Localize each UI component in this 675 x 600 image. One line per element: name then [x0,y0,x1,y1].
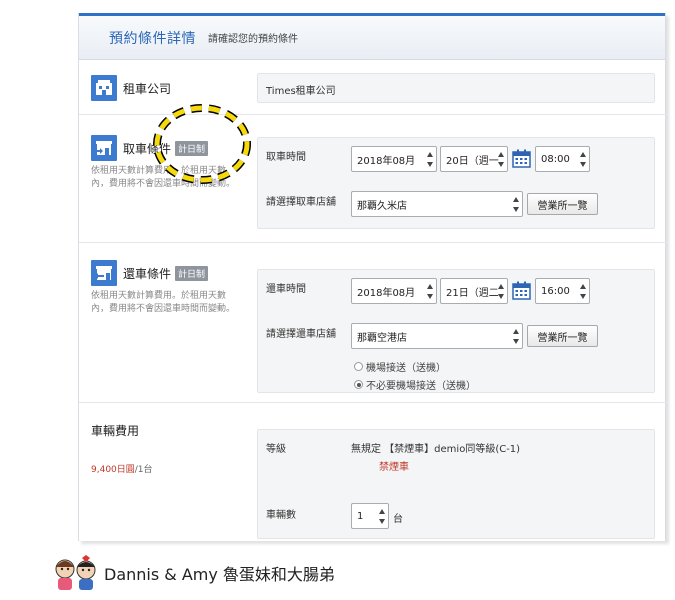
page-title: 預約條件詳情 [109,30,196,47]
screenshot-frame: 預約條件詳情 請確認您的預約條件 租車公司 Times租車公司 取車條件 計日制… [0,0,675,600]
return-box: 還車時間 2018年08月 21日（週二 16:00 請選擇還車店舖 那覇空港店… [257,269,655,393]
return-day-select[interactable]: 21日（週二 [440,278,508,304]
return-note: 依租用天數計算費用。於租用天數內，費用將不會因還車時間而變動。 [91,291,236,314]
calendar-icon[interactable] [512,281,531,300]
return-label: 還車條件 [123,266,172,281]
return-month-value: 2018年08月 [357,287,416,299]
return-row: 還車條件 計日制 依租用天數計算費用。於租用天數內，費用將不會因還車時間而變動。… [79,243,667,403]
return-hour-value: 16:00 [541,285,570,297]
return-day-value: 21日（週二 [446,287,499,299]
mascot-icon [55,555,96,590]
non-smoking-note: 禁煙車 [379,462,409,473]
return-store-value: 那覇空港店 [357,332,407,344]
return-label-block: 還車條件 計日制 依租用天數計算費用。於租用天數內，費用將不會因還車時間而變動。 [91,260,251,316]
spin-arrows-icon [579,284,586,299]
footer-text: Dannis & Amy 魯蛋妹和大腸弟 [104,565,335,584]
vehicle-count-value: 1 [357,510,364,522]
pickup-daily-badge: 計日制 [175,140,209,156]
vehicle-price: 9,400日圓 [91,465,135,475]
company-label: 租車公司 [123,81,172,96]
vehicle-count-select[interactable]: 1 [351,503,389,529]
airport-transfer-radio[interactable] [354,362,363,371]
pickup-store-select[interactable]: 那覇久米店 [351,191,523,217]
return-daily-badge: 計日制 [175,265,209,281]
spin-arrows-icon [426,284,433,299]
pickup-time-label: 取車時間 [266,152,306,163]
return-time-label: 還車時間 [266,284,306,295]
pickup-store-label: 請選擇取車店舖 [266,197,336,208]
pickup-label-block: 取車條件 計日制 依租用天數計算費用。於租用天數內，費用將不會因還車時間而變動。 [91,135,251,191]
return-store-list-button[interactable]: 營業所一覽 [527,325,598,347]
return-store-label: 請選擇還車店舖 [266,329,336,340]
pickup-day-value: 20日（週一 [446,155,499,167]
company-label-block: 租車公司 [91,75,251,101]
return-store-icon [91,260,117,286]
grade-value: 無規定 【禁煙車】demio同等級(C-1) [351,444,521,455]
spin-arrows-icon [512,329,519,344]
spin-arrows-icon [497,152,504,167]
reservation-panel: 預約條件詳情 請確認您的預約條件 租車公司 Times租車公司 取車條件 計日制… [78,13,667,541]
spin-arrows-icon [579,152,586,167]
pickup-box: 取車時間 2018年08月 20日（週一 08:00 請選擇取車店舖 那覇久米店… [257,137,655,229]
pickup-hour-value: 08:00 [541,153,570,165]
vehicle-label-block: 車輛費用 9,400日圓/1台 [91,420,251,476]
page-subtitle: 請確認您的預約條件 [208,34,298,45]
company-row: 租車公司 Times租車公司 [79,63,667,115]
pickup-label: 取車條件 [123,141,172,156]
pickup-month-value: 2018年08月 [357,155,416,167]
vehicle-label: 車輛費用 [91,424,140,438]
airport-transfer-option[interactable]: 機場接送（送機） [354,359,446,374]
pickup-row: 取車條件 計日制 依租用天數計算費用。於租用天數內，費用將不會因還車時間而變動。… [79,115,667,243]
spin-arrows-icon [426,152,433,167]
pickup-note: 依租用天數計算費用。於租用天數內，費用將不會因還車時間而變動。 [91,166,236,189]
calendar-icon[interactable] [512,149,531,168]
vehicle-count-unit: 台 [393,514,403,525]
return-store-select[interactable]: 那覇空港店 [351,323,523,349]
return-month-select[interactable]: 2018年08月 [351,278,437,304]
return-hour-select[interactable]: 16:00 [535,278,590,304]
spin-arrows-icon [378,509,385,524]
grade-label: 等級 [266,444,286,455]
company-value-box: Times租車公司 [257,73,655,103]
airport-transfer-label: 機場接送（送機） [366,363,446,374]
no-airport-transfer-radio[interactable] [354,380,363,389]
spin-arrows-icon [497,284,504,299]
vehicle-row: 車輛費用 9,400日圓/1台 等級 無規定 【禁煙車】demio同等級(C-1… [79,403,667,541]
footer-watermark: Dannis & Amy 魯蛋妹和大腸弟 [0,546,675,600]
no-airport-transfer-label: 不必要機場接送（送機） [366,381,476,392]
vehicle-count-label: 車輛數 [266,510,296,521]
pickup-day-select[interactable]: 20日（週一 [440,146,508,172]
pickup-month-select[interactable]: 2018年08月 [351,146,437,172]
company-value: Times租車公司 [266,86,336,97]
vehicle-box: 等級 無規定 【禁煙車】demio同等級(C-1) 禁煙車 車輛數 1 台 [257,429,655,539]
pickup-store-list-button[interactable]: 營業所一覽 [527,193,598,215]
pickup-hour-select[interactable]: 08:00 [535,146,590,172]
spin-arrows-icon [512,197,519,212]
vehicle-price-unit: /1台 [134,465,153,475]
pickup-store-value: 那覇久米店 [357,200,407,212]
pickup-store-icon [91,135,117,161]
panel-header: 預約條件詳情 請確認您的預約條件 [79,13,665,60]
no-airport-transfer-option[interactable]: 不必要機場接送（送機） [354,377,476,392]
building-icon [91,75,117,101]
